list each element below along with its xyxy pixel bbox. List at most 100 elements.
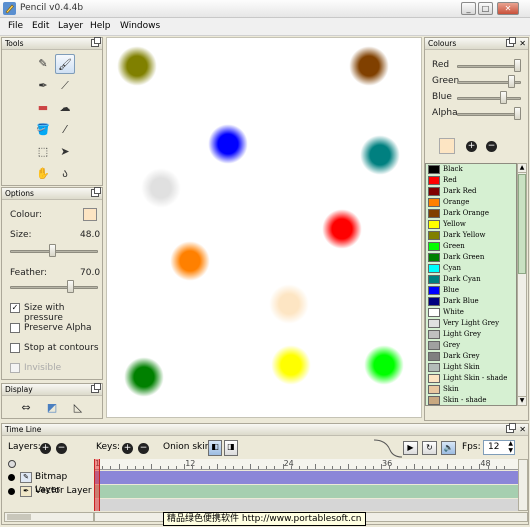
menu-edit[interactable]: Edit [32,21,49,31]
add-key-button[interactable]: + [122,443,133,454]
feather-slider[interactable] [10,286,98,289]
thin-lines-icon[interactable]: ◩ [42,399,62,417]
palette-item[interactable]: Light Skin [426,362,516,373]
palette-item[interactable]: Very Light Grey [426,318,516,329]
palette-item[interactable]: Dark Red [426,186,516,197]
frame-ruler[interactable]: 112243648 [94,459,518,470]
float-dock-icon[interactable] [506,423,516,433]
scroll-up-icon[interactable]: ▲ [518,164,526,173]
menu-file[interactable]: File [8,21,23,31]
palette-item[interactable]: Green [426,241,516,252]
hand-tool-icon[interactable]: ✋ [33,164,53,184]
palette-item[interactable]: Dark Cyan [426,274,516,285]
palette-item[interactable]: White [426,307,516,318]
alpha-slider[interactable] [457,113,521,116]
drawing-canvas[interactable] [106,37,422,418]
layer-visibility-icon[interactable] [8,488,15,495]
palette-item[interactable]: Cyan [426,263,516,274]
fps-spinbox[interactable]: 12 ▲ ▼ [483,440,515,455]
float-dock-icon[interactable] [91,37,101,47]
scroll-thumb[interactable] [518,174,526,274]
scroll-thumb[interactable] [7,514,31,520]
palette-item[interactable]: Light Skin - shade [426,373,516,384]
float-dock-icon[interactable] [506,37,516,47]
palette-item[interactable]: Dark Blue [426,296,516,307]
palette-item[interactable]: Dark Green [426,252,516,263]
layer-track[interactable] [94,471,518,484]
stop-at-contours-checkbox[interactable] [10,343,20,353]
pen-tool-icon[interactable]: ✒ [33,76,53,96]
palette-item[interactable]: Yellow [426,219,516,230]
blue-slider-thumb[interactable] [499,91,507,104]
palette-item[interactable]: Blue [426,285,516,296]
eyedropper-tool-icon[interactable]: ⁄ [55,120,75,140]
maximize-button[interactable]: □ [478,2,493,15]
pencil-tool-icon[interactable]: ✎ [33,54,53,74]
palette-item[interactable]: Red [426,175,516,186]
sound-toggle-icon[interactable]: 🔈 [441,441,456,455]
colour-swatch[interactable] [83,208,97,221]
polyline-tool-icon[interactable]: ⟋ [55,76,75,96]
flip-horizontal-icon[interactable]: ⇔ [16,399,36,417]
palette-item[interactable]: Dark Grey [426,351,516,362]
feather-slider-thumb[interactable] [66,280,74,293]
size-slider-thumb[interactable] [48,244,56,257]
current-colour-swatch[interactable] [439,138,455,154]
minimize-button[interactable]: _ [461,2,476,15]
loop-button[interactable]: ↻ [422,441,437,455]
add-layer-button[interactable]: + [40,443,51,454]
menu-layer[interactable]: Layer [58,21,83,31]
smudge-tool-icon[interactable]: ☁ [55,98,75,118]
close-dock-icon[interactable]: ✕ [519,38,526,49]
bucket-tool-icon[interactable]: 🪣 [33,120,53,140]
remove-colour-button[interactable]: − [486,141,497,152]
palette-item[interactable]: Black [426,164,516,175]
palette-item[interactable]: Dark Yellow [426,230,516,241]
layers-hscroll[interactable] [4,512,94,522]
remove-layer-button[interactable]: − [56,443,67,454]
layer-visibility-icon[interactable] [8,474,15,481]
timeline-vscroll[interactable] [518,459,528,511]
float-dock-icon[interactable] [91,187,101,197]
scroll-down-icon[interactable]: ▼ [518,396,526,405]
play-button[interactable]: ▶ [403,441,418,455]
add-colour-button[interactable]: + [466,141,477,152]
layer-row[interactable]: ✒ Vector Layer [4,485,92,498]
palette-scrollbar[interactable]: ▲ ▼ [517,163,527,406]
outlines-icon[interactable]: ◺ [68,399,88,417]
palette-item[interactable]: Dark Orange [426,208,516,219]
eraser-tool-icon[interactable]: ▬ [33,98,53,118]
brush-tool-icon[interactable]: 🖌 [55,54,75,74]
blue-slider[interactable] [457,97,521,100]
colour-palette-list[interactable]: Black Red Dark Red Orange Dark Orange Yellow D… [425,163,517,406]
visibility-all-icon[interactable] [8,460,16,468]
select-tool-icon[interactable]: ⬚ [33,142,53,162]
clear-tool-icon[interactable]: ა [55,164,75,184]
bitmap-layer-icon: ✎ [20,472,32,483]
spin-down-icon[interactable]: ▼ [508,447,513,454]
red-slider-thumb[interactable] [514,59,521,72]
close-dock-icon[interactable]: ✕ [519,424,526,435]
palette-item[interactable]: Skin [426,384,516,395]
spin-up-icon[interactable]: ▲ [508,440,513,447]
alpha-slider-thumb[interactable] [514,107,521,120]
palette-item[interactable]: Grey [426,340,516,351]
menu-windows[interactable]: Windows [120,21,160,31]
remove-key-button[interactable]: − [138,443,149,454]
red-slider[interactable] [457,65,521,68]
layer-row[interactable]: ✎ Bitmap Layer [4,471,92,495]
move-tool-icon[interactable]: ➤ [55,142,75,162]
green-slider-thumb[interactable] [508,75,516,88]
playhead[interactable] [94,459,100,511]
palette-item[interactable]: Light Grey [426,329,516,340]
palette-item[interactable]: Orange [426,197,516,208]
palette-item[interactable]: Skin - shade [426,395,516,405]
onion-previous-icon[interactable]: ◧ [208,440,222,456]
preserve-alpha-checkbox[interactable] [10,323,20,333]
layer-track[interactable] [94,485,518,498]
close-button[interactable]: ✕ [497,2,519,15]
onion-next-icon[interactable]: ◨ [224,440,238,456]
size-with-pressure-checkbox[interactable]: ✓ [10,303,20,313]
float-dock-icon[interactable] [91,383,101,393]
menu-help[interactable]: Help [90,21,111,31]
